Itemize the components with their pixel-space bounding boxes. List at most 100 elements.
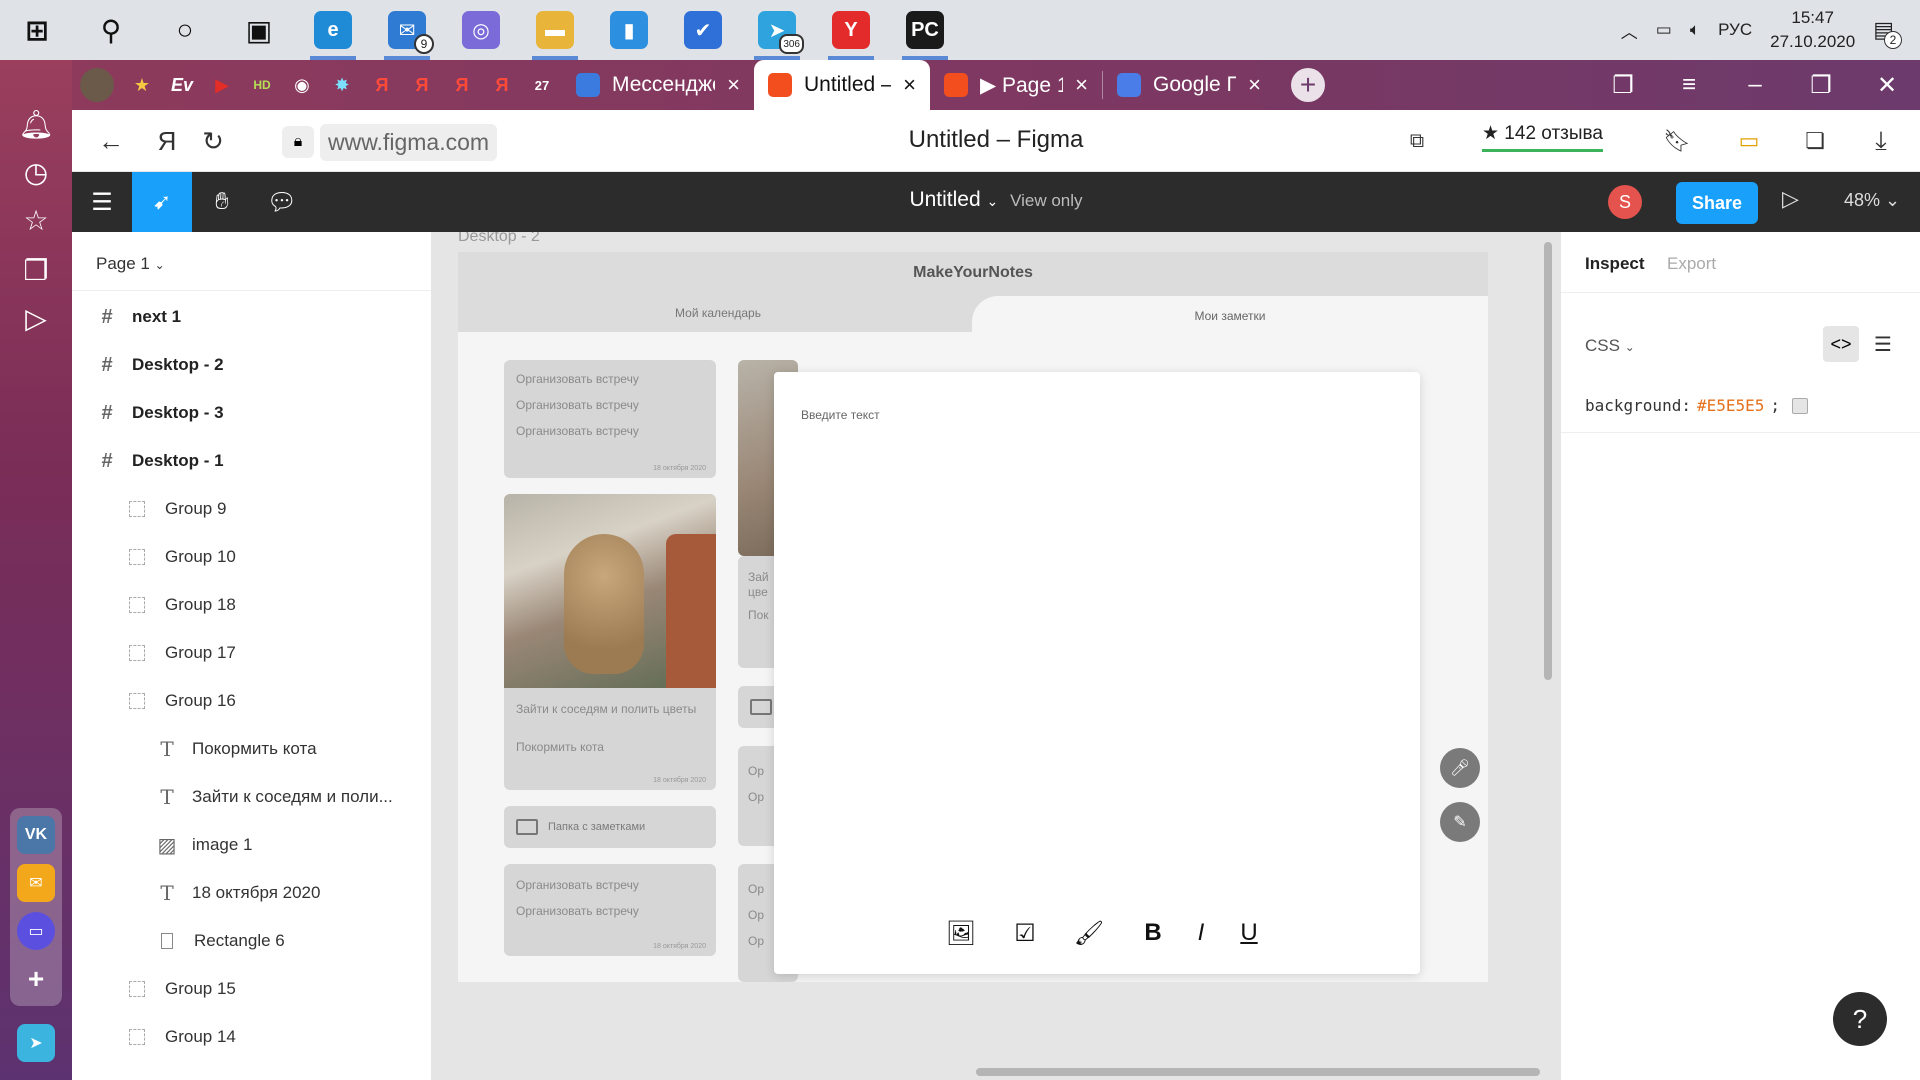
pinned-star-icon[interactable]: ★ [122,60,162,110]
close-tab-icon[interactable]: × [903,72,916,98]
tab-inspect[interactable]: Inspect [1585,254,1645,274]
taskbar-todo-icon[interactable]: ✔ [666,0,740,60]
page-selector[interactable]: Page 1 ⌄ [96,254,165,274]
maximize-button[interactable]: ❐ [1788,71,1854,100]
tab-export[interactable]: Export [1667,254,1716,274]
language-indicator[interactable]: РУС [1718,20,1752,40]
browser-tab[interactable]: Google Перев × [1103,60,1275,110]
pinned-hd-icon[interactable]: HD [242,60,282,110]
battery-saver-icon[interactable]: ▭ [1732,124,1766,158]
history-icon[interactable]: ◷ [16,152,56,192]
share-button[interactable]: Share [1676,182,1758,224]
chevron-up-icon[interactable]: ︿ [1621,18,1638,43]
taskbar-edge-icon[interactable]: e [296,0,370,60]
reload-icon[interactable]: ↻ [196,124,230,158]
pinned-youtube-icon[interactable]: ▶ [202,60,242,110]
chevron-down-icon[interactable]: ⌄ [987,193,999,209]
taskbar-mail-icon[interactable]: ✉ 9 [370,0,444,60]
list-view-icon[interactable]: ☰ [1865,326,1901,362]
download-icon[interactable]: ⤓ [1864,124,1898,158]
lock-icon[interactable]: 🔒︎ [282,126,314,158]
layer-item[interactable]: # next 1 [72,294,432,340]
vertical-scrollbar[interactable] [1544,242,1552,680]
browser-tab[interactable]: Мессенджер × [562,60,754,110]
open-app-icon[interactable]: ⧉ [1400,124,1434,158]
layer-item[interactable]: Rectangle 6 [72,918,432,964]
close-tab-icon[interactable]: × [1248,72,1261,98]
pinned-yandex-icon[interactable]: Я [442,60,482,110]
layer-item[interactable]: Group 10 [72,534,432,580]
layer-item[interactable]: Group 16 [72,678,432,724]
reviews-badge[interactable]: ★ 142 отзыва [1482,122,1603,152]
taskbar-telegram-icon[interactable]: ➤ 306 [740,0,814,60]
browser-tab[interactable]: Untitled – Fig × [754,60,930,110]
vk-icon[interactable]: VK [17,816,55,854]
send-icon[interactable]: ➤ [17,1024,55,1062]
close-tab-icon[interactable]: × [1075,72,1088,98]
url-box[interactable]: 🔒︎ www.figma.com [282,123,498,161]
taskbar-pycharm-icon[interactable]: PC [888,0,962,60]
video-play-icon[interactable]: ▷ [16,298,56,338]
yandex-logo-icon[interactable]: Я [150,124,184,158]
pinned-yandex-icon[interactable]: Я [482,60,522,110]
layer-item[interactable]: T 18 октября 2020 [72,870,432,916]
taskbar-cortana-icon[interactable]: ○ [148,0,222,60]
user-avatar[interactable]: S [1608,185,1642,219]
layer-item[interactable]: # Desktop - 1 [72,438,432,484]
taskbar-explorer-icon[interactable]: ▬ [518,0,592,60]
tabs-collection-icon[interactable]: ❐ [1590,71,1656,100]
layer-item[interactable]: # Desktop - 2 [72,342,432,388]
layer-item[interactable]: Group 17 [72,630,432,676]
horizontal-scrollbar[interactable] [976,1068,1540,1076]
layer-item[interactable]: ▨ image 1 [72,822,432,868]
clock[interactable]: 15:47 27.10.2020 [1770,6,1855,54]
battery-icon[interactable]: ▭ [1656,20,1672,40]
frame-label[interactable]: Desktop - 2 [458,232,540,246]
code-view-icon[interactable]: <> [1823,326,1859,362]
collections-icon[interactable]: ❏ [1798,124,1832,158]
layer-item[interactable]: # Desktop - 3 [72,390,432,436]
messenger-icon[interactable]: ▭ [17,912,55,950]
back-arrow-icon[interactable]: ← [94,124,128,158]
taskbar-phone-icon[interactable]: ▮ [592,0,666,60]
layer-item[interactable]: Group 15 [72,966,432,1012]
taskbar-search-icon[interactable]: ⚲ [74,0,148,60]
taskbar-yandex-icon[interactable]: Y [814,0,888,60]
css-property[interactable]: background: #E5E5E5; [1585,396,1809,415]
profile-avatar[interactable] [72,60,122,110]
bookmark-star-icon[interactable]: ☆ [16,200,56,240]
mail-icon[interactable]: ✉ [17,864,55,902]
taskbar-windows-start-icon[interactable]: ⊞ [0,0,74,60]
collections-icon[interactable]: ❐ [16,250,56,290]
help-button[interactable]: ? [1833,992,1887,1046]
url-text[interactable]: www.figma.com [320,123,498,161]
pinned-yandex-icon[interactable]: Я [362,60,402,110]
new-tab-button[interactable]: + [1291,68,1325,102]
pinned-calendar-icon[interactable]: 27 [522,60,562,110]
minimize-button[interactable]: – [1722,71,1788,99]
volume-icon[interactable]: 🔈︎ [1690,20,1700,40]
taskbar-app-purple-icon[interactable]: ◎ [444,0,518,60]
pinned-github-icon[interactable]: ◉ [282,60,322,110]
code-language-select[interactable]: CSS ⌄ [1585,336,1635,356]
pinned-app-icon[interactable]: ✸ [322,60,362,110]
layer-item[interactable]: T Зайти к соседям и поли... [72,774,432,820]
bell-icon[interactable]: 🔔︎ [16,104,56,144]
browser-tab[interactable]: ▶ Page 1 - Ur × [930,60,1102,110]
bookmark-icon[interactable]: 🔖︎ [1660,124,1694,158]
zoom-dropdown[interactable]: 48% ⌄ [1844,190,1900,211]
pinned-yandex-icon[interactable]: Я [402,60,442,110]
menu-icon[interactable]: ≡ [1656,71,1722,99]
present-play-icon[interactable]: ▷ [1782,186,1799,212]
desktop-frame[interactable]: MakeYourNotes Мой календарь Мои заметки … [458,252,1488,982]
layer-item[interactable]: Group 14 [72,1014,432,1060]
close-window-button[interactable]: ✕ [1854,71,1920,100]
notifications-icon[interactable]: ▤ 2 [1873,17,1902,49]
layer-item[interactable]: Group 9 [72,486,432,532]
add-app-icon[interactable]: + [17,960,55,998]
taskbar-task-view-icon[interactable]: ▣ [222,0,296,60]
file-name[interactable]: Untitled [909,188,980,211]
design-canvas[interactable]: Desktop - 2 MakeYourNotes Мой календарь … [432,232,1560,1080]
layer-item[interactable]: Group 18 [72,582,432,628]
file-title[interactable]: Untitled ⌄ View only [72,188,1920,212]
